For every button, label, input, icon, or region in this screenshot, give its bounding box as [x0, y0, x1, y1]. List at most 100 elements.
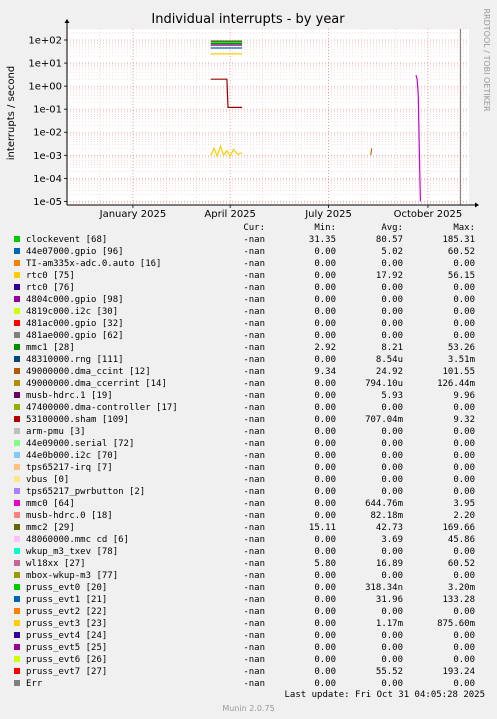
legend-header: Cur: Min: Avg: Max:: [0, 222, 497, 234]
legend-row: pruss_evt1 [21] -nan 0.00 31.96 133.28: [0, 594, 497, 606]
legend-cur: -nan: [243, 355, 265, 365]
legend-swatch: [14, 596, 20, 602]
legend-header-avg: Avg:: [381, 223, 403, 233]
legend-min: 0.00: [314, 643, 336, 653]
legend-label: 49000000.dma_ccint [12]: [26, 367, 151, 377]
legend-min: 0.00: [314, 571, 336, 581]
legend-row: pruss_evt3 [23] -nan 0.00 1.17m 875.60m: [0, 618, 497, 630]
legend-row: 48310000.rng [111] -nan 0.00 8.54u 3.51m: [0, 354, 497, 366]
legend-min: 0.00: [314, 283, 336, 293]
legend-min: 0.00: [314, 403, 336, 413]
legend-cur: -nan: [243, 511, 265, 521]
legend-header-cur: Cur:: [243, 223, 265, 233]
legend-avg: 0.00: [381, 475, 403, 485]
legend-swatch: [14, 392, 20, 398]
legend-max: 0.00: [453, 283, 475, 293]
legend-cur: -nan: [243, 427, 265, 437]
legend-swatch: [14, 344, 20, 350]
legend-max: 0.00: [453, 631, 475, 641]
legend-cur: -nan: [243, 583, 265, 593]
x-tick-label: July 2025: [304, 209, 352, 220]
chart-title: Individual interrupts - by year: [151, 12, 345, 27]
legend-swatch: [14, 548, 20, 554]
legend-max: 0.00: [453, 259, 475, 269]
legend-label: vbus [0]: [26, 475, 70, 485]
legend-min: 0.00: [314, 451, 336, 461]
legend-swatch: [14, 668, 20, 674]
legend-min: 0.00: [314, 295, 336, 305]
legend-cur: -nan: [243, 631, 265, 641]
legend-swatch: [14, 440, 20, 446]
legend-max: 126.44m: [437, 379, 475, 389]
legend-max: 0.00: [453, 295, 475, 305]
legend-cur: -nan: [243, 535, 265, 545]
legend-swatch: [14, 260, 20, 266]
legend-max: 185.31: [442, 235, 475, 245]
legend-swatch: [14, 680, 20, 686]
legend-row: pruss_evt4 [24] -nan 0.00 0.00 0.00: [0, 630, 497, 642]
legend-min: 0.00: [314, 499, 336, 509]
y-tick-label: 1e-01: [33, 105, 62, 116]
legend-cur: -nan: [243, 415, 265, 425]
legend-max: 0.00: [453, 547, 475, 557]
legend-swatch: [14, 368, 20, 374]
legend-label: wl18xx [27]: [26, 559, 86, 569]
legend-swatch: [14, 572, 20, 578]
legend-row: musb-hdrc.1 [19] -nan 0.00 5.93 9.96: [0, 390, 497, 402]
legend-cur: -nan: [243, 391, 265, 401]
legend-min: 0.00: [314, 415, 336, 425]
legend-min: 0.00: [314, 247, 336, 257]
legend-min: 0.00: [314, 259, 336, 269]
legend-cur: -nan: [243, 619, 265, 629]
legend-avg: 0.00: [381, 451, 403, 461]
last-update: Last update: Fri Oct 31 04:05:28 2025: [0, 689, 497, 701]
legend-label: 47400000.dma-controller [17]: [26, 403, 178, 413]
legend-cur: -nan: [243, 667, 265, 677]
legend-avg: 0.00: [381, 307, 403, 317]
legend-cur: -nan: [243, 331, 265, 341]
y-tick-label: 1e-02: [33, 128, 62, 139]
legend-avg: 0.00: [381, 439, 403, 449]
legend-row: 481ae000.gpio [62] -nan 0.00 0.00 0.00: [0, 330, 497, 342]
legend-avg: 0.00: [381, 463, 403, 473]
legend-cur: -nan: [243, 571, 265, 581]
legend-max: 0.00: [453, 463, 475, 473]
y-tick-label: 1e+00: [28, 82, 62, 93]
legend-label: pruss_evt3 [23]: [26, 619, 108, 629]
legend-header-max: Max:: [453, 223, 475, 233]
legend-cur: -nan: [243, 271, 265, 281]
legend-min: 0.00: [314, 463, 336, 473]
legend-max: 0.00: [453, 319, 475, 329]
legend-swatch: [14, 500, 20, 506]
legend-max: 169.66: [442, 523, 475, 533]
legend-swatch: [14, 488, 20, 494]
legend-row: 53100000.sham [109] -nan 0.00 707.04m 9.32: [0, 414, 497, 426]
legend-row: wl18xx [27] -nan 5.80 16.89 60.52: [0, 558, 497, 570]
legend-avg: 42.73: [375, 523, 403, 533]
legend-avg: 17.92: [375, 271, 403, 281]
legend-avg: 5.02: [381, 247, 403, 257]
legend-max: 0.00: [453, 643, 475, 653]
legend-row: mmc2 [29] -nan 15.11 42.73 169.66: [0, 522, 497, 534]
legend-min: 0.00: [314, 307, 336, 317]
legend-row: 44e0b000.i2c [70] -nan 0.00 0.00 0.00: [0, 450, 497, 462]
legend-label: 53100000.sham [109]: [26, 415, 129, 425]
legend-label: mmc0 [64]: [26, 499, 75, 509]
legend-cur: -nan: [243, 319, 265, 329]
y-tick-label: 1e+01: [28, 59, 62, 70]
legend-avg: 8.54u: [375, 355, 403, 365]
legend-row: pruss_evt2 [22] -nan 0.00 0.00 0.00: [0, 606, 497, 618]
legend-max: 0.00: [453, 487, 475, 497]
legend-max: 56.15: [447, 271, 475, 281]
legend-min: 0.00: [314, 655, 336, 665]
legend-label: 48310000.rng [111]: [26, 355, 124, 365]
legend-cur: -nan: [243, 559, 265, 569]
legend-row: 48060000.mmc cd [6] -nan 0.00 3.69 45.86: [0, 534, 497, 546]
legend-label: clockevent [68]: [26, 235, 108, 245]
legend-row: tps65217-irq [7] -nan 0.00 0.00 0.00: [0, 462, 497, 474]
legend-avg: 0.00: [381, 259, 403, 269]
legend-cur: -nan: [243, 499, 265, 509]
legend-label: pruss_evt7 [27]: [26, 667, 108, 677]
y-tick-label: 1e-04: [33, 174, 62, 185]
legend-cur: -nan: [243, 439, 265, 449]
